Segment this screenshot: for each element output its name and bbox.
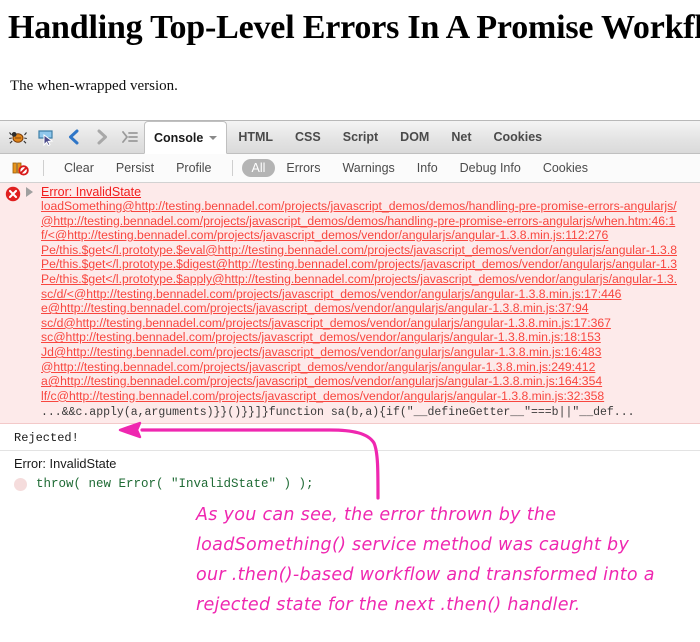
stack-line[interactable]: sc@http://testing.bennadel.com/projects/…: [41, 330, 700, 345]
forward-arrow-icon[interactable]: [88, 121, 116, 153]
inspect-element-icon[interactable]: [32, 121, 60, 153]
annotation-line: loadSomething() service method was caugh…: [196, 535, 630, 555]
profile-button[interactable]: Profile: [165, 159, 222, 177]
tab-console[interactable]: Console: [144, 121, 228, 154]
annotation-line: As you can see, the error thrown by the: [196, 505, 557, 525]
firebug-panel: Console HTML CSS Script DOM Net Cookies …: [0, 120, 700, 491]
tab-cookies[interactable]: Cookies: [483, 121, 554, 153]
console-log[interactable]: Error: InvalidState loadSomething@http:/…: [0, 183, 700, 491]
stack-line[interactable]: sc/d/<@http://testing.bennadel.com/proje…: [41, 287, 700, 302]
stack-line[interactable]: e@http://testing.bennadel.com/projects/j…: [41, 301, 700, 316]
error-source-snippet: ...&&c.apply(a,arguments)}}()}}]}functio…: [41, 406, 635, 420]
filter-info-button[interactable]: Info: [406, 159, 449, 177]
console-source-line-row[interactable]: throw( new Error( "InvalidState" ) );: [0, 474, 700, 491]
article-header: Handling Top-Level Errors In A Promise W…: [0, 0, 700, 95]
firebug-tabbar: Console HTML CSS Script DOM Net Cookies: [0, 121, 700, 154]
filter-cookies-button[interactable]: Cookies: [532, 159, 599, 177]
stack-line[interactable]: loadSomething@http://testing.bennadel.co…: [41, 199, 700, 214]
panel-menu-icon[interactable]: [116, 121, 144, 153]
persist-button[interactable]: Persist: [105, 159, 165, 177]
filter-debug-info-button[interactable]: Debug Info: [449, 159, 532, 177]
stack-line[interactable]: @http://testing.bennadel.com/projects/ja…: [41, 360, 700, 375]
stack-line[interactable]: Pe/this.$get</l.prototype.$apply@http://…: [41, 272, 700, 287]
tab-dom[interactable]: DOM: [389, 121, 440, 153]
annotation-line: rejected state for the next .then() hand…: [196, 595, 581, 615]
annotation-line: our .then()-based workflow and transform…: [196, 565, 655, 585]
page-subtitle: The when-wrapped version.: [10, 78, 178, 94]
console-rejected-row[interactable]: Rejected!: [0, 424, 700, 452]
error-body: Error: InvalidState loadSomething@http:/…: [0, 185, 700, 421]
stack-line[interactable]: a@http://testing.bennadel.com/projects/j…: [41, 374, 700, 389]
clear-button[interactable]: Clear: [53, 159, 105, 177]
console-options-bar: Clear Persist Profile All Errors Warning…: [0, 154, 700, 183]
error-icon: [5, 186, 21, 202]
stack-line[interactable]: f/<@http://testing.bennadel.com/projects…: [41, 228, 700, 243]
stack-line[interactable]: Pe/this.$get</l.prototype.$digest@http:/…: [41, 257, 700, 272]
stack-line[interactable]: sc/d@http://testing.bennadel.com/project…: [41, 316, 700, 331]
toolbar-divider-2: [231, 160, 233, 176]
back-arrow-icon[interactable]: [60, 121, 88, 153]
filter-warnings-button[interactable]: Warnings: [331, 159, 405, 177]
stack-line[interactable]: lf/c@http://testing.bennadel.com/project…: [41, 389, 700, 404]
rejected-error-text: Error: InvalidState: [14, 456, 117, 472]
tab-css[interactable]: CSS: [284, 121, 332, 153]
filter-errors-button[interactable]: Errors: [275, 159, 331, 177]
stack-line[interactable]: @http://testing.bennadel.com/projects/ja…: [41, 214, 700, 229]
toolbar-divider: [43, 160, 44, 176]
error-title[interactable]: Error: InvalidState: [41, 185, 141, 199]
firebug-bug-icon[interactable]: [4, 121, 32, 153]
source-code-text: throw( new Error( "InvalidState" ) );: [36, 477, 314, 491]
page-title: Handling Top-Level Errors In A Promise W…: [8, 9, 700, 46]
tab-console-label: Console: [154, 130, 204, 145]
console-error-entry[interactable]: Error: InvalidState loadSomething@http:/…: [0, 183, 700, 425]
annotation-text: As you can see, the error thrown by the …: [196, 500, 676, 620]
stack-line[interactable]: Jd@http://testing.bennadel.com/projects/…: [41, 345, 700, 360]
source-bullet-icon: [14, 477, 27, 491]
rejected-label: Rejected!: [14, 431, 79, 446]
console-rejected-error-row[interactable]: Error: InvalidState: [0, 451, 700, 475]
error-header: Error: InvalidState: [26, 185, 700, 199]
stack-line[interactable]: Pe/this.$get</l.prototype.$eval@http://t…: [41, 243, 700, 258]
tab-net[interactable]: Net: [440, 121, 482, 153]
chevron-down-icon[interactable]: [209, 135, 218, 140]
error-stack-trace: loadSomething@http://testing.bennadel.co…: [26, 199, 700, 403]
tab-html[interactable]: HTML: [227, 121, 284, 153]
filter-all-button[interactable]: All: [241, 159, 276, 177]
disclosure-triangle-icon[interactable]: [26, 187, 33, 197]
tab-script[interactable]: Script: [332, 121, 389, 153]
break-on-error-icon[interactable]: [6, 160, 34, 176]
